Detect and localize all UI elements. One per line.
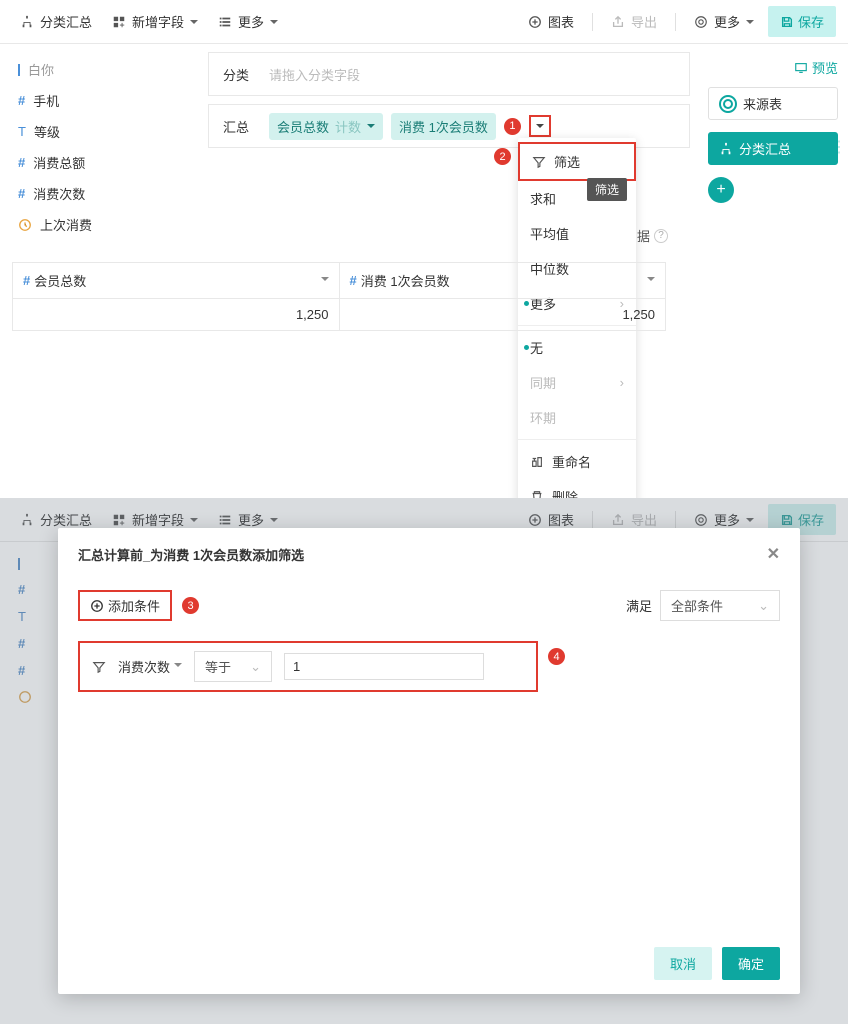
sidebar-item[interactable]: 上次消费 (0, 209, 200, 240)
close-icon[interactable]: ✕ (767, 544, 780, 564)
caret-down-icon (321, 277, 329, 285)
hash-icon: # (350, 273, 357, 288)
hash-icon: # (18, 155, 25, 170)
more-button[interactable]: 更多 (210, 8, 286, 35)
preview-link[interactable]: 预览 (708, 58, 838, 77)
dd-yoy: 同期› (518, 365, 636, 400)
chevron-down-icon: ⌄ (758, 598, 769, 614)
clock-icon (18, 218, 32, 232)
save-icon (780, 15, 794, 29)
dd-filter[interactable]: 筛选 (518, 142, 636, 181)
value-input[interactable]: 1 (284, 653, 484, 680)
target-icon (719, 95, 737, 113)
step-badge-1: 1 (504, 118, 521, 135)
newfield-icon (112, 15, 126, 29)
modal-title: 汇总计算前_为消费 1次会员数添加筛选 (78, 545, 304, 564)
sidebar-item[interactable]: #消费次数 (0, 178, 200, 209)
chart-label: 图表 (548, 12, 574, 31)
chip-dropdown-button[interactable] (529, 115, 551, 137)
step-badge-3: 3 (182, 597, 199, 614)
list-icon (218, 15, 232, 29)
top-toolbar: 分类汇总 新增字段 更多 图表 (0, 0, 848, 44)
sidebar-item[interactable]: #手机 (0, 85, 200, 116)
newfield-button[interactable]: 新增字段 (104, 8, 206, 35)
caret-down-icon (174, 663, 182, 671)
data-table: #会员总数 #消费 1次会员数 1,250 1,250 (12, 262, 666, 331)
filter-modal: 汇总计算前_为消费 1次会员数添加筛选 ✕ 添加条件 3 满足 全部条件 ⌄ (58, 528, 800, 994)
chart-button[interactable]: 图表 (520, 8, 582, 35)
chevron-right-icon: › (620, 375, 624, 390)
node-menu-icon[interactable]: ⋮ (831, 137, 847, 157)
text-icon: T (18, 124, 26, 139)
agg-chip[interactable]: 会员总数 计数 (269, 113, 383, 140)
satisfy-label: 满足 (626, 596, 652, 615)
condition-field[interactable]: 消费次数 (118, 657, 182, 676)
more2-button[interactable]: 更多 (686, 8, 762, 35)
export-icon (611, 15, 625, 29)
caret-down-icon (746, 20, 754, 28)
sidebar-item[interactable]: #消费总额 (0, 147, 200, 178)
plus-circle-icon (528, 15, 542, 29)
tree-icon (20, 15, 34, 29)
dd-rename[interactable]: 重命名 (518, 444, 636, 479)
source-node[interactable]: 来源表 (708, 87, 838, 120)
add-node-button[interactable]: + (708, 177, 734, 203)
hash-icon: # (18, 93, 25, 108)
computer-icon (794, 61, 808, 75)
dd-mom: 环期 (518, 400, 636, 435)
filter-tooltip: 筛选 (587, 178, 627, 201)
caret-down-icon (536, 124, 544, 132)
tree-icon (719, 142, 733, 156)
caret-down-icon (270, 20, 278, 28)
flow-panel: 预览 来源表 分类汇总 ⋮ + (698, 44, 848, 250)
summary-label: 分类汇总 (40, 12, 92, 31)
cancel-button[interactable]: 取消 (654, 947, 712, 980)
ok-button[interactable]: 确定 (722, 947, 780, 980)
step-badge-4: 4 (548, 648, 565, 665)
dd-none[interactable]: 无 (518, 330, 636, 365)
zone-label: 分类 (209, 65, 263, 84)
newfield-label: 新增字段 (132, 12, 184, 31)
summary-button[interactable]: 分类汇总 (12, 8, 100, 35)
col-header[interactable]: #会员总数 (13, 263, 340, 298)
dd-avg[interactable]: 平均值 (518, 216, 636, 251)
more-label: 更多 (238, 12, 264, 31)
bar-icon (18, 64, 20, 76)
save-label: 保存 (798, 12, 824, 31)
hash-icon: # (18, 186, 25, 201)
save-button[interactable]: 保存 (768, 6, 836, 37)
cell: 1,250 (340, 299, 666, 330)
caret-down-icon (190, 20, 198, 28)
cell: 1,250 (13, 299, 340, 330)
plus-circle-icon (90, 599, 104, 613)
category-placeholder: 请拖入分类字段 (269, 65, 360, 84)
condition-row: 消费次数 等于 ⌄ 1 (78, 641, 538, 692)
help-icon[interactable]: ? (654, 229, 668, 243)
hash-icon: # (23, 273, 30, 288)
caret-down-icon (367, 124, 375, 132)
export-label: 导出 (631, 12, 657, 31)
data-hint: 据 ? (637, 226, 668, 245)
zone-label: 汇总 (209, 117, 263, 136)
satisfy-select[interactable]: 全部条件 ⌄ (660, 590, 780, 621)
add-condition-button[interactable]: 添加条件 (78, 590, 172, 621)
gear-icon (694, 15, 708, 29)
sidebar-item[interactable]: T等级 (0, 116, 200, 147)
caret-down-icon (647, 277, 655, 285)
filter-icon (92, 660, 106, 674)
more2-label: 更多 (714, 12, 740, 31)
export-button[interactable]: 导出 (603, 8, 665, 35)
chevron-down-icon: ⌄ (250, 659, 261, 675)
col-header[interactable]: #消费 1次会员数 (340, 263, 666, 298)
summary-node[interactable]: 分类汇总 ⋮ (708, 132, 838, 165)
filter-icon (532, 155, 546, 169)
operator-select[interactable]: 等于 ⌄ (194, 651, 272, 682)
step-badge-2: 2 (494, 148, 511, 165)
sidebar-item[interactable]: 白你 (0, 54, 200, 85)
agg-chip[interactable]: 消费 1次会员数 (391, 113, 496, 140)
category-zone[interactable]: 分类 请拖入分类字段 (208, 52, 690, 96)
rename-icon (530, 455, 544, 469)
field-sidebar: 白你 #手机 T等级 #消费总额 #消费次数 上次消费 (0, 44, 200, 250)
